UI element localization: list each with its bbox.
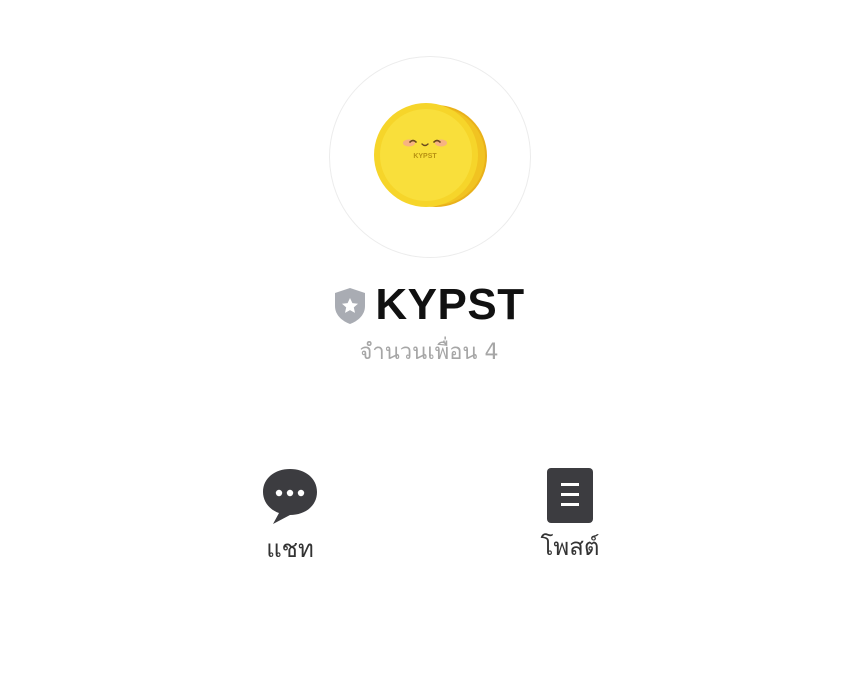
verified-shield-star-icon: [335, 288, 366, 324]
account-name-row: KYPST: [0, 280, 858, 330]
account-name: KYPST: [375, 280, 525, 329]
chat-bubble-icon: [263, 469, 317, 524]
friends-count: จำนวนเพื่อน 4: [359, 340, 499, 365]
post-button[interactable]: โพสต์: [510, 466, 630, 564]
post-label: โพสต์: [540, 533, 600, 561]
chat-label: แชท: [266, 535, 314, 563]
coin-mascot-icon: KYPST: [374, 103, 487, 207]
chat-button[interactable]: แชท: [230, 466, 350, 566]
profile-avatar[interactable]: KYPST: [329, 56, 531, 258]
post-document-icon: [547, 468, 593, 523]
coin-logo-text: KYPST: [413, 153, 437, 160]
profile-screen: KYPST KYPST จำนวนเพื่อน 4 แชท โพสต์: [0, 0, 858, 688]
